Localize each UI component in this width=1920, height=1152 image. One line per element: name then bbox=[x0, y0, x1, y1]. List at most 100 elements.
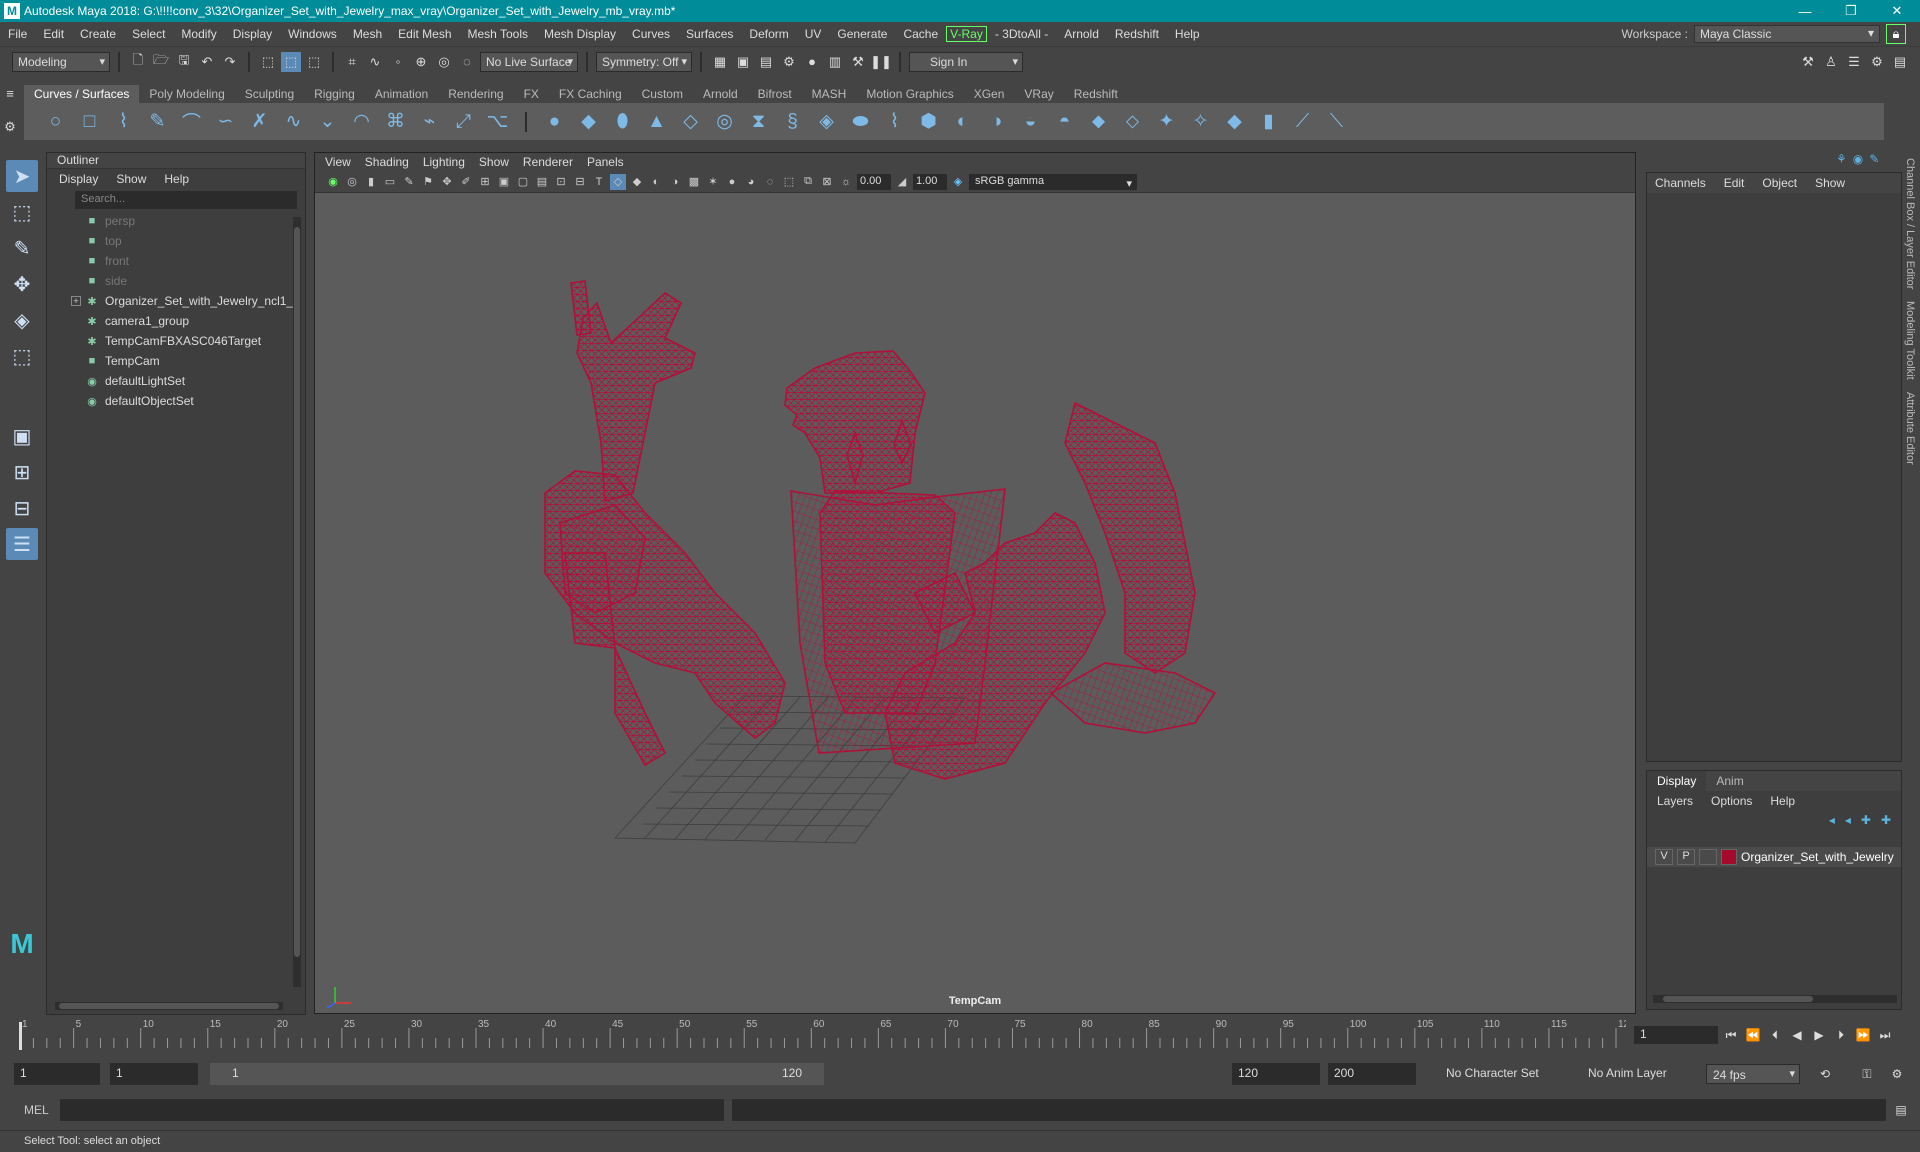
viewport-menu-view[interactable]: View bbox=[325, 155, 351, 169]
shelf-tab-curves-surfaces[interactable]: Curves / Surfaces bbox=[24, 85, 140, 103]
close-button[interactable]: ✕ bbox=[1874, 0, 1920, 22]
shelf-tab-bifrost[interactable]: Bifrost bbox=[748, 85, 802, 103]
play-backward-icon[interactable]: ◀ bbox=[1788, 1026, 1806, 1044]
step-back-key-icon[interactable]: ⏴ bbox=[1766, 1026, 1784, 1044]
tab-display[interactable]: Display bbox=[1647, 771, 1707, 791]
isolate-select-icon[interactable]: ⬚ bbox=[781, 174, 797, 190]
nurbs-cone-icon[interactable]: ▲ bbox=[645, 110, 668, 133]
outliner-item[interactable]: ■ side bbox=[47, 271, 305, 291]
film-gate-icon[interactable]: ▣ bbox=[496, 174, 512, 190]
shelf-tab-rigging[interactable]: Rigging bbox=[304, 85, 365, 103]
workspace-dropdown[interactable]: Maya Classic bbox=[1694, 25, 1880, 43]
go-to-start-icon[interactable]: ⏮ bbox=[1722, 1026, 1740, 1044]
attribute-editor-icon[interactable]: ☰ bbox=[1844, 52, 1864, 72]
loft-icon[interactable]: § bbox=[781, 110, 804, 133]
anti-alias-icon[interactable]: ◌ bbox=[762, 174, 778, 190]
menu-curves[interactable]: Curves bbox=[624, 27, 678, 41]
sign-in-dropdown[interactable]: Sign In bbox=[909, 51, 1023, 72]
boundary-icon[interactable]: ◐ bbox=[951, 110, 974, 133]
detach-curve-icon[interactable]: ⌘ bbox=[384, 110, 407, 133]
shelf-tab-fx[interactable]: FX bbox=[514, 85, 549, 103]
menu-file[interactable]: File bbox=[0, 27, 35, 41]
tab-anim[interactable]: Anim bbox=[1706, 771, 1753, 791]
paint-select-icon[interactable]: ✎ bbox=[6, 232, 38, 264]
outliner-item[interactable]: ✱ TempCamFBXASC046Target bbox=[47, 331, 305, 351]
grease-pencil-icon[interactable]: ✎ bbox=[401, 174, 417, 190]
new-scene-icon[interactable]: 🗋 bbox=[128, 52, 148, 72]
shelf-tab-redshift[interactable]: Redshift bbox=[1064, 85, 1128, 103]
untrim-icon[interactable]: ⬥ bbox=[1087, 110, 1110, 133]
camera-attr-icon[interactable]: ◎ bbox=[344, 174, 360, 190]
xray-active-icon[interactable]: ⊠ bbox=[819, 174, 835, 190]
shelf-menu-icon[interactable]: ≡ bbox=[0, 83, 20, 103]
channel-menu-item[interactable]: Edit bbox=[1724, 176, 1745, 190]
hypershade-icon[interactable]: ● bbox=[802, 52, 822, 72]
xray-joints-icon[interactable]: ⧉ bbox=[800, 174, 816, 190]
outliner-item[interactable]: ◉ defaultLightSet bbox=[47, 371, 305, 391]
expand-icon[interactable]: + bbox=[71, 296, 81, 306]
range-slider[interactable]: 1 120 bbox=[210, 1063, 824, 1085]
shelf-tab-poly-modeling[interactable]: Poly Modeling bbox=[139, 85, 234, 103]
scroll-thumb[interactable] bbox=[294, 227, 300, 957]
birail-icon[interactable]: ⌇ bbox=[883, 110, 906, 133]
viewport-menu-show[interactable]: Show bbox=[479, 155, 509, 169]
shelf-tab-mash[interactable]: MASH bbox=[802, 85, 857, 103]
play-forward-icon[interactable]: ▶ bbox=[1810, 1026, 1828, 1044]
smooth-shade-icon[interactable]: ◆ bbox=[629, 174, 645, 190]
viewport-menu-renderer[interactable]: Renderer bbox=[523, 155, 573, 169]
menu-v-ray[interactable]: V-Ray bbox=[946, 26, 987, 42]
render-settings-icon[interactable]: ⚙ bbox=[779, 52, 799, 72]
square-surface-icon[interactable]: ◑ bbox=[985, 110, 1008, 133]
exposure-field[interactable]: 0.00 bbox=[857, 173, 891, 190]
arc-tool-icon[interactable]: ◠ bbox=[350, 110, 373, 133]
anim-prefs-icon[interactable]: ⚙ bbox=[1888, 1065, 1906, 1083]
viewport-menu-panels[interactable]: Panels bbox=[587, 155, 624, 169]
shelf-tab-fx-caching[interactable]: FX Caching bbox=[549, 85, 632, 103]
ipr-render-icon[interactable]: ▤ bbox=[756, 52, 776, 72]
xray-icon[interactable]: ▩ bbox=[686, 174, 702, 190]
undo-icon[interactable]: ↶ bbox=[197, 52, 217, 72]
3d-viewport[interactable] bbox=[315, 193, 1635, 1013]
booleans-icon[interactable]: ⬦ bbox=[1121, 110, 1144, 133]
menu-windows[interactable]: Windows bbox=[280, 27, 345, 41]
motion-blur-icon[interactable]: ◕ bbox=[743, 174, 759, 190]
end-time-field[interactable]: 200 bbox=[1328, 1063, 1416, 1085]
outliner-menu-item[interactable]: Help bbox=[164, 172, 189, 186]
scroll-thumb[interactable] bbox=[59, 1003, 279, 1009]
channel-box-toggle-icon[interactable]: ⚘ bbox=[1836, 152, 1847, 168]
step-forward-frame-icon[interactable]: ⏩ bbox=[1854, 1026, 1872, 1044]
tab-channel-box[interactable]: Channel Box / Layer Editor bbox=[1904, 152, 1916, 295]
extrude-icon[interactable]: ⬬ bbox=[849, 110, 872, 133]
snap-curve-icon[interactable]: ∿ bbox=[365, 52, 385, 72]
rebuild-curve-icon[interactable]: ⌁ bbox=[418, 110, 441, 133]
lasso-tool-icon[interactable]: ⬚ bbox=[6, 196, 38, 228]
vray-render-icon[interactable]: ▥ bbox=[825, 52, 845, 72]
exposure-icon[interactable]: ☼ bbox=[838, 174, 854, 190]
select-tool-icon[interactable]: ➤ bbox=[6, 160, 38, 192]
layer-menu-item[interactable]: Layers bbox=[1657, 794, 1693, 808]
time-ruler[interactable]: 1 5 10 15 20 25 30 35 40 45 50 55 60 65 70 75 80 85 90 95 10… bbox=[14, 1018, 1626, 1052]
outliner-item[interactable]: ■ persp bbox=[47, 211, 305, 231]
auto-key-icon[interactable]: ⚿ bbox=[1858, 1065, 1876, 1083]
menu-select[interactable]: Select bbox=[124, 27, 173, 41]
attribute-toggle-icon[interactable]: ✎ bbox=[1869, 152, 1879, 168]
image-plane-icon[interactable]: ▭ bbox=[382, 174, 398, 190]
outliner-item[interactable]: ■ front bbox=[47, 251, 305, 271]
shelf-tab-animation[interactable]: Animation bbox=[365, 85, 438, 103]
outliner-menu-item[interactable]: Display bbox=[59, 172, 98, 186]
menu-uv[interactable]: UV bbox=[797, 27, 830, 41]
step-back-frame-icon[interactable]: ⏪ bbox=[1744, 1026, 1762, 1044]
resolution-gate-icon[interactable]: ▢ bbox=[515, 174, 531, 190]
script-editor-icon[interactable]: ▤ bbox=[1892, 1101, 1910, 1119]
outliner-hscrollbar[interactable] bbox=[55, 1002, 283, 1010]
camera-select-icon[interactable]: ◉ bbox=[325, 174, 341, 190]
menu-3dtoall[interactable]: - 3DtoAll - bbox=[987, 27, 1056, 41]
snap-grid-icon[interactable]: ⌗ bbox=[342, 52, 362, 72]
channel-menu-item[interactable]: Channels bbox=[1655, 176, 1706, 190]
menu-generate[interactable]: Generate bbox=[829, 27, 895, 41]
scale-tool-icon[interactable]: ⬚ bbox=[6, 340, 38, 372]
snap-view-icon[interactable]: ⊕ bbox=[411, 52, 431, 72]
snap-surface-icon[interactable]: ◎ bbox=[434, 52, 454, 72]
snap-live-icon[interactable]: ◌ bbox=[457, 52, 477, 72]
attach-curve-icon[interactable]: ⌄ bbox=[316, 110, 339, 133]
